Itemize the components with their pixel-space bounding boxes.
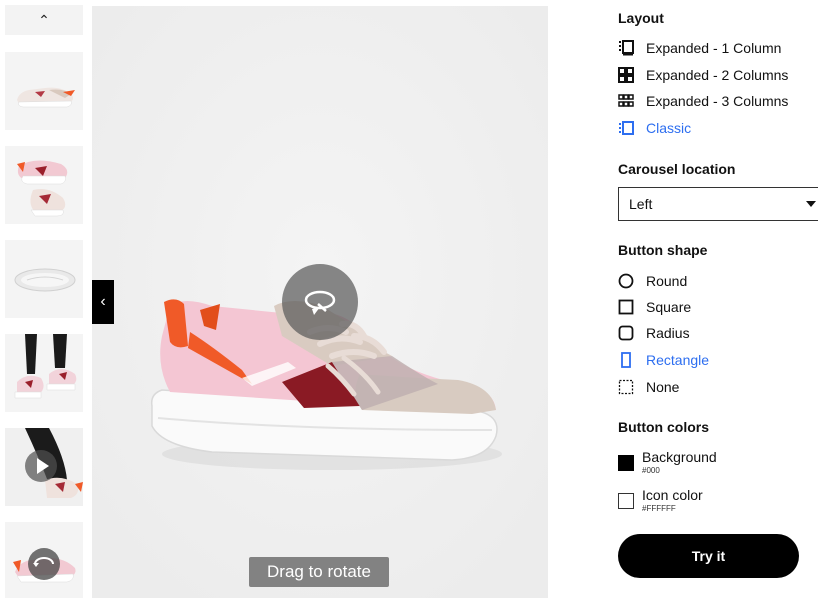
shape-option-label: None [646, 379, 680, 395]
product-viewer[interactable]: ‹ Drag to rotate [92, 6, 548, 598]
shape-option-round[interactable]: Round [618, 273, 687, 289]
shape-option-label: Round [646, 273, 688, 289]
shape-option-none[interactable]: None [618, 379, 679, 395]
layout-option-2-columns[interactable]: Expanded - 2 Columns [618, 67, 788, 83]
caret-down-icon [806, 201, 816, 207]
layout-option-label: Expanded - 2 Columns [646, 67, 789, 83]
shape-option-label: Rectangle [646, 352, 710, 368]
carousel-scroll-up-button[interactable]: ⌃ [5, 5, 83, 35]
product-gallery-configurator: ⌃ ‹ Drag to rotate Layout Expanded - 1 C… [0, 0, 818, 598]
background-color-picker[interactable]: Background #000 [618, 449, 717, 477]
rectangle-shape-icon [618, 352, 638, 368]
layout-heading: Layout [618, 10, 664, 26]
thumbnail-shoe-360[interactable] [5, 522, 83, 598]
rotate-360-icon [304, 290, 336, 315]
chevron-left-icon: ‹ [100, 293, 106, 310]
layout-option-3-columns[interactable]: Expanded - 3 Columns [618, 93, 788, 109]
layout-option-classic[interactable]: Classic [618, 120, 691, 136]
layout-classic-icon [618, 120, 638, 136]
thumbnail-carousel: ⌃ [0, 0, 92, 598]
background-color-swatch[interactable] [618, 455, 634, 471]
background-color-label: Background [642, 449, 717, 465]
layout-option-label: Classic [646, 120, 692, 136]
shoe-pair-thumbnail-image [5, 146, 83, 224]
icon-color-picker[interactable]: Icon color #FFFFFF [618, 487, 703, 515]
shoe-side-thumbnail-image [5, 52, 83, 130]
thumbnail-shoe-video[interactable] [5, 428, 83, 506]
chevron-up-icon: ⌃ [38, 11, 50, 28]
radius-shape-icon [618, 325, 638, 341]
button-colors-heading: Button colors [618, 419, 709, 435]
drag-to-rotate-label: Drag to rotate [249, 557, 389, 587]
icon-color-swatch[interactable] [618, 493, 634, 509]
round-shape-icon [618, 273, 638, 289]
shape-option-label: Radius [646, 325, 690, 341]
settings-panel: Layout Expanded - 1 Column Expanded - 2 … [618, 0, 818, 598]
button-shape-heading: Button shape [618, 242, 708, 258]
carousel-location-heading: Carousel location [618, 161, 736, 177]
shoe-360-thumbnail-image [5, 522, 83, 598]
background-color-hex: #000 [642, 466, 660, 475]
shape-option-label: Square [646, 299, 692, 315]
layout-option-label: Expanded - 1 Column [646, 40, 782, 56]
shoe-worn-thumbnail-image [5, 334, 83, 412]
thumbnail-shoe-side[interactable] [5, 52, 83, 130]
layout-option-1-column[interactable]: Expanded - 1 Column [618, 40, 781, 56]
icon-color-label: Icon color [642, 487, 703, 503]
shape-option-rectangle[interactable]: Rectangle [618, 352, 709, 368]
carousel-location-select[interactable]: Left [618, 187, 818, 221]
layout-option-label: Expanded - 3 Columns [646, 93, 789, 109]
layout-2-columns-icon [618, 67, 638, 83]
thumbnail-shoe-pair[interactable] [5, 146, 83, 224]
shape-option-radius[interactable]: Radius [618, 325, 690, 341]
carousel-location-value: Left [629, 196, 653, 212]
shoe-sole-thumbnail-image [5, 240, 83, 318]
shape-option-square[interactable]: Square [618, 299, 691, 315]
shoe-video-thumbnail-image [5, 428, 83, 506]
rotate-360-button[interactable] [282, 264, 358, 340]
none-shape-icon [618, 379, 638, 395]
thumbnail-shoe-sole[interactable] [5, 240, 83, 318]
thumbnail-shoe-worn[interactable] [5, 334, 83, 412]
square-shape-icon [618, 299, 638, 315]
icon-color-hex: #FFFFFF [642, 504, 676, 513]
layout-3-columns-icon [618, 93, 638, 109]
try-it-button[interactable]: Try it [618, 534, 799, 578]
previous-image-button[interactable]: ‹ [92, 280, 114, 324]
layout-1-column-icon [618, 40, 638, 56]
